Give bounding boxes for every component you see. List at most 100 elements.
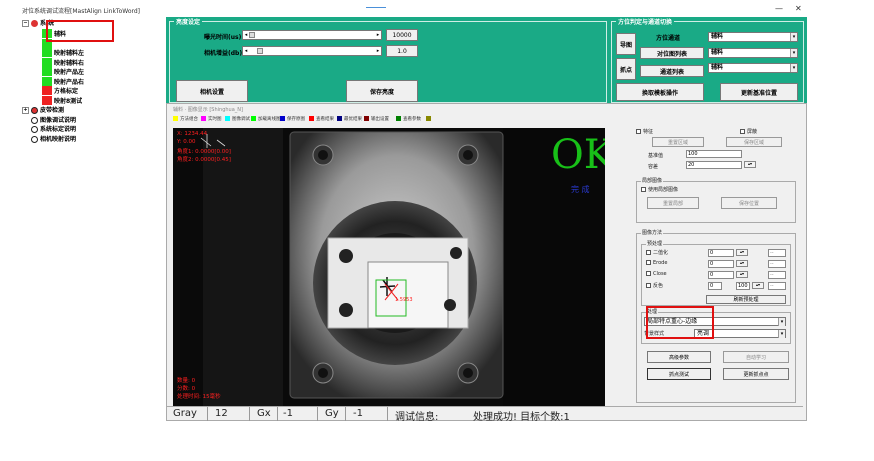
tree-item-label: 方格标定: [54, 88, 79, 95]
reset-region-button[interactable]: 重置区域: [652, 137, 704, 147]
use-local-checkbox[interactable]: 使用局部图像: [641, 186, 678, 193]
slider-left-icon[interactable]: ◂: [243, 47, 249, 55]
help-icon: [31, 116, 38, 124]
legend-item[interactable]: 加载离线图: [251, 116, 281, 122]
preprocess-checkbox[interactable]: 二值化: [646, 249, 668, 256]
tolerance-spinner[interactable]: ▴▾: [744, 161, 756, 168]
tree-node[interactable]: 系统标定说明: [22, 124, 76, 133]
exposure-thumb[interactable]: [249, 32, 255, 38]
preprocess-checkbox[interactable]: 反色: [646, 282, 663, 289]
preprocess-checkbox[interactable]: Erode: [646, 260, 667, 266]
slider-right-icon[interactable]: ▸: [375, 47, 381, 55]
tree-item[interactable]: 映射辅料左: [54, 48, 84, 57]
exclude-checkbox-label: 屏蔽: [747, 129, 758, 135]
tolerance-input[interactable]: 20: [686, 161, 742, 169]
preprocess-extra-field[interactable]: --: [768, 271, 786, 279]
tree-item[interactable]: 方格标定: [54, 86, 78, 95]
legend-item[interactable]: 方法组合: [173, 116, 198, 122]
tree-item-status-swatch: [42, 57, 52, 67]
legend-swatch: [225, 116, 230, 121]
camera-settings-button[interactable]: 相机设置: [176, 80, 248, 102]
exposure-value: 10000: [386, 29, 418, 41]
preprocess-extra-field[interactable]: --: [768, 249, 786, 257]
chevron-down-icon[interactable]: ▾: [778, 330, 785, 338]
preprocess-checkbox[interactable]: Close: [646, 271, 667, 277]
chevron-down-icon[interactable]: ▾: [790, 33, 797, 41]
update-base-button[interactable]: 更新基准位置: [720, 83, 798, 101]
tree-item[interactable]: 映射产品左: [54, 67, 84, 76]
auto-learn-button[interactable]: 自动学习: [723, 351, 789, 363]
gain-thumb[interactable]: [257, 48, 263, 54]
expand-icon[interactable]: +: [22, 107, 29, 114]
save-local-button[interactable]: 保存位置: [721, 197, 777, 209]
legend-item[interactable]: 查看参数: [396, 116, 421, 122]
direction-channel-select[interactable]: 辅料 ▾: [708, 32, 798, 42]
threshold-input[interactable]: 100: [686, 150, 742, 158]
tree-item[interactable]: 映射辅料右: [54, 58, 84, 67]
import-image-button[interactable]: 导图: [616, 33, 636, 55]
align-list-button[interactable]: 对位图列表: [640, 47, 704, 59]
gain-value: 1.0: [386, 45, 418, 57]
direction-group-title: 方位判定与通道切换: [616, 17, 675, 26]
target-label: 1.5953: [395, 297, 413, 303]
save-region-button[interactable]: 保存区域: [726, 137, 782, 147]
spinner-icon[interactable]: ▴▾: [736, 249, 748, 256]
save-brightness-button[interactable]: 保存亮度: [346, 80, 418, 102]
preprocess-group-title: 预处理: [646, 240, 664, 247]
preprocess-value2-input[interactable]: 100: [736, 282, 750, 290]
close-button[interactable]: ✕: [795, 4, 802, 13]
legend-item[interactable]: 输出设置: [364, 116, 389, 122]
channel-list-button[interactable]: 通道列表: [640, 65, 704, 77]
spinner-icon[interactable]: ▴▾: [752, 282, 764, 289]
highlight-box-process: [646, 306, 714, 339]
grab-point-button[interactable]: 抓点: [616, 58, 636, 80]
legend-item[interactable]: 保存原图: [280, 116, 305, 122]
preprocess-value-input[interactable]: 0: [708, 260, 734, 268]
exposure-slider[interactable]: ◂ ▸: [242, 30, 382, 40]
legend-item[interactable]: [426, 116, 433, 122]
chevron-down-icon[interactable]: ▾: [778, 318, 785, 326]
tree-item[interactable]: 映射8测试: [54, 96, 82, 105]
update-point-button[interactable]: 更新抓点点: [723, 368, 789, 380]
spinner-icon[interactable]: ▴▾: [736, 260, 748, 267]
tree-node[interactable]: + 皮带检测: [22, 105, 64, 114]
align-list-select[interactable]: 辅料 ▾: [708, 48, 798, 58]
divider: [207, 407, 208, 421]
chevron-down-icon[interactable]: ▾: [790, 64, 797, 72]
spinner-icon[interactable]: ▴▾: [736, 271, 748, 278]
legend-item[interactable]: 图像调试: [225, 116, 250, 122]
window-title: 对位系统调试流程[MastAlign LinkToWord]: [22, 8, 140, 15]
preprocess-extra-field[interactable]: --: [768, 282, 786, 290]
legend-label: 查看参数: [403, 117, 421, 122]
collapse-icon[interactable]: −: [22, 20, 29, 27]
template-button[interactable]: 换取模板操作: [616, 83, 704, 101]
debug-label: 调试信息:: [395, 412, 439, 423]
tree-node[interactable]: 相机映射说明: [22, 134, 76, 143]
tree-item-status-swatch: [42, 48, 52, 57]
point-test-button[interactable]: 抓点测试: [647, 368, 711, 380]
feature-checkbox[interactable]: 特征: [636, 128, 653, 135]
channel-list-select[interactable]: 辅料 ▾: [708, 63, 798, 73]
tree-node[interactable]: 图像调试说明: [22, 115, 76, 124]
preprocess-extra-field[interactable]: --: [768, 260, 786, 268]
minimize-button[interactable]: —: [775, 4, 783, 13]
divider: [387, 407, 388, 421]
divider: [249, 407, 250, 421]
tree-item[interactable]: 映射产品右: [54, 77, 84, 86]
reset-local-button[interactable]: 重置局部: [647, 197, 699, 209]
gray-value: 12: [215, 408, 228, 419]
preprocess-value-input[interactable]: 0: [708, 249, 734, 257]
preprocess-value-input[interactable]: 0: [708, 282, 722, 290]
legend-item[interactable]: 实时图: [201, 116, 222, 122]
legend-item[interactable]: 最优结果: [337, 116, 362, 122]
legend-swatch: [337, 116, 342, 121]
advanced-params-button[interactable]: 高级参数: [647, 351, 711, 363]
legend-item[interactable]: 查看结果: [309, 116, 334, 122]
refresh-preprocess-button[interactable]: 刷新预处理: [706, 295, 786, 304]
gain-slider[interactable]: ◂ ▸: [242, 46, 382, 56]
chevron-down-icon[interactable]: ▾: [790, 49, 797, 57]
slider-right-icon[interactable]: ▸: [375, 31, 381, 39]
preprocess-value-input[interactable]: 0: [708, 271, 734, 279]
exclude-checkbox[interactable]: 屏蔽: [740, 128, 757, 135]
camera-view[interactable]: OK 完 成 X: 1234.44 Y: 0.00 角度1: 0.0000[0.…: [173, 128, 605, 406]
